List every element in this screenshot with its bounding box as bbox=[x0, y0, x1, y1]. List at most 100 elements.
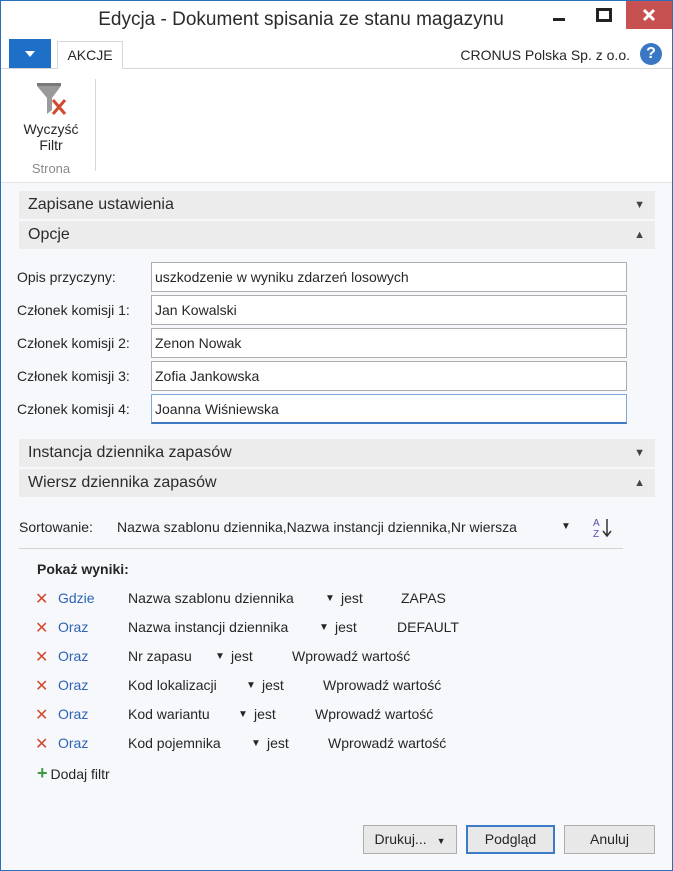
dialog-window: Edycja - Dokument spisania ze stanu maga… bbox=[0, 0, 673, 871]
help-icon[interactable]: ? bbox=[640, 43, 662, 65]
chevron-down-icon[interactable]: ▼ bbox=[251, 738, 261, 749]
chevron-down-icon[interactable]: ▼ bbox=[561, 521, 571, 532]
ribbon-tab-bar: AKCJE CRONUS Polska Sp. z o.o. ? bbox=[1, 37, 672, 70]
field-label: Członek komisji 1: bbox=[17, 302, 130, 318]
member-4-input[interactable]: Joanna Wiśniewska bbox=[151, 394, 627, 424]
filter-value[interactable]: Wprowadź wartość bbox=[292, 648, 410, 664]
filter-row: ✕ Oraz Nazwa instancji dziennika ▼ jest DEFAU… bbox=[35, 619, 635, 641]
chevron-down-icon[interactable]: ▼ bbox=[246, 680, 256, 691]
filter-conjunction[interactable]: Oraz bbox=[58, 648, 88, 664]
print-button[interactable]: Drukuj... ▼ bbox=[363, 825, 457, 854]
filter-conjunction[interactable]: Oraz bbox=[58, 706, 88, 722]
chevron-down-icon[interactable]: ▼ bbox=[325, 593, 335, 604]
svg-text:Z: Z bbox=[593, 529, 599, 540]
filter-value[interactable]: ZAPAS bbox=[401, 590, 446, 606]
field-member-3: Członek komisji 3: Zofia Jankowska bbox=[17, 361, 627, 391]
close-button[interactable] bbox=[626, 1, 672, 29]
filter-operator: jest bbox=[262, 677, 284, 693]
clear-filter-label-2: Filtr bbox=[39, 137, 63, 153]
app-menu-button[interactable] bbox=[9, 39, 51, 68]
remove-filter-icon[interactable]: ✕ bbox=[35, 705, 48, 725]
filter-row: ✕ Oraz Kod lokalizacji ▼ jest Wprowadź wartoś… bbox=[35, 677, 635, 699]
filter-conjunction[interactable]: Gdzie bbox=[58, 590, 95, 606]
field-label: Opis przyczyny: bbox=[17, 269, 116, 285]
field-label: Członek komisji 4: bbox=[17, 401, 130, 417]
field-reason: Opis przyczyny: uszkodzenie w wyniku zdar… bbox=[17, 262, 627, 292]
member-2-input[interactable]: Zenon Nowak bbox=[151, 328, 627, 358]
remove-filter-icon[interactable]: ✕ bbox=[35, 618, 48, 638]
tab-akcje[interactable]: AKCJE bbox=[57, 41, 123, 70]
filter-field[interactable]: Nr zapasu bbox=[128, 648, 192, 664]
field-member-1: Członek komisji 1: Jan Kowalski bbox=[17, 295, 627, 325]
filter-operator: jest bbox=[231, 648, 253, 664]
filter-row: ✕ Gdzie Nazwa szablonu dziennika ▼ jest ZAPAS bbox=[35, 590, 635, 612]
sorting-label: Sortowanie: bbox=[19, 519, 93, 535]
filter-field[interactable]: Kod lokalizacji bbox=[128, 677, 217, 693]
filter-operator: jest bbox=[335, 619, 357, 635]
filter-field[interactable]: Kod pojemnika bbox=[128, 735, 221, 751]
section-saved-settings[interactable]: Zapisane ustawienia ▼ bbox=[19, 191, 655, 219]
chevron-down-icon: ▼ bbox=[634, 447, 645, 459]
filter-conjunction[interactable]: Oraz bbox=[58, 619, 88, 635]
filter-field[interactable]: Nazwa szablonu dziennika bbox=[128, 590, 294, 606]
reason-input[interactable]: uszkodzenie w wyniku zdarzeń losowych bbox=[151, 262, 627, 292]
ribbon-group-label: Strona bbox=[31, 161, 71, 176]
filter-conjunction[interactable]: Oraz bbox=[58, 735, 88, 751]
add-filter-link[interactable]: + Dodaj filtr bbox=[37, 763, 110, 784]
filter-value[interactable]: DEFAULT bbox=[397, 619, 459, 635]
title-bar: Edycja - Dokument spisania ze stanu maga… bbox=[1, 1, 672, 37]
filter-row: ✕ Oraz Nr zapasu ▼ jest Wprowadź wartość bbox=[35, 648, 635, 670]
chevron-down-icon: ▼ bbox=[634, 199, 645, 211]
filter-field[interactable]: Nazwa instancji dziennika bbox=[128, 619, 288, 635]
member-3-input[interactable]: Zofia Jankowska bbox=[151, 361, 627, 391]
maximize-icon bbox=[596, 8, 612, 22]
filter-operator: jest bbox=[267, 735, 289, 751]
filter-operator: jest bbox=[254, 706, 276, 722]
chevron-down-icon[interactable]: ▼ bbox=[238, 709, 248, 720]
chevron-up-icon: ▲ bbox=[634, 477, 645, 489]
field-label: Członek komisji 2: bbox=[17, 335, 130, 351]
window-title: Edycja - Dokument spisania ze stanu maga… bbox=[98, 9, 504, 30]
chevron-down-icon bbox=[25, 50, 35, 57]
filter-value[interactable]: Wprowadź wartość bbox=[328, 735, 446, 751]
add-filter-label: Dodaj filtr bbox=[50, 766, 110, 782]
field-member-2: Członek komisji 2: Zenon Nowak bbox=[17, 328, 627, 358]
print-label: Drukuj... bbox=[374, 831, 427, 847]
close-icon bbox=[642, 8, 656, 22]
section-title: Zapisane ustawienia bbox=[28, 196, 174, 213]
sorting-row: Sortowanie: Nazwa szablonu dziennika,Naz… bbox=[19, 516, 623, 549]
section-journal-line[interactable]: Wiersz dziennika zapasów ▲ bbox=[19, 469, 655, 497]
clear-filter-button[interactable]: Wyczyść Filtr bbox=[15, 77, 87, 153]
remove-filter-icon[interactable]: ✕ bbox=[35, 734, 48, 754]
chevron-down-icon[interactable]: ▼ bbox=[319, 622, 329, 633]
filter-field[interactable]: Kod wariantu bbox=[128, 706, 210, 722]
section-journal-instance[interactable]: Instancja dziennika zapasów ▼ bbox=[19, 439, 655, 467]
filter-row: ✕ Oraz Kod wariantu ▼ jest Wprowadź wartość bbox=[35, 706, 635, 728]
plus-icon: + bbox=[37, 763, 48, 783]
remove-filter-icon[interactable]: ✕ bbox=[35, 647, 48, 667]
remove-filter-icon[interactable]: ✕ bbox=[35, 676, 48, 696]
minimize-button[interactable] bbox=[537, 1, 581, 29]
clear-filter-label-1: Wyczyść bbox=[23, 121, 79, 137]
chevron-down-icon: ▼ bbox=[436, 836, 446, 846]
sorting-select[interactable]: Nazwa szablonu dziennika,Nazwa instancji… bbox=[117, 519, 517, 535]
filter-value[interactable]: Wprowadź wartość bbox=[315, 706, 433, 722]
field-member-4: Członek komisji 4: Joanna Wiśniewska bbox=[17, 394, 627, 424]
member-1-input[interactable]: Jan Kowalski bbox=[151, 295, 627, 325]
minimize-icon bbox=[553, 18, 565, 21]
chevron-down-icon[interactable]: ▼ bbox=[215, 651, 225, 662]
section-title: Instancja dziennika zapasów bbox=[28, 444, 232, 461]
company-name[interactable]: CRONUS Polska Sp. z o.o. bbox=[460, 47, 630, 63]
remove-filter-icon[interactable]: ✕ bbox=[35, 589, 48, 609]
filter-value[interactable]: Wprowadź wartość bbox=[323, 677, 441, 693]
clear-filter-icon bbox=[15, 77, 87, 121]
sort-az-icon[interactable]: AZ bbox=[591, 516, 615, 540]
svg-text:A: A bbox=[593, 518, 600, 529]
filters-title: Pokaż wyniki: bbox=[37, 561, 129, 577]
field-label: Członek komisji 3: bbox=[17, 368, 130, 384]
maximize-button[interactable] bbox=[582, 1, 626, 29]
preview-button[interactable]: Podgląd bbox=[466, 825, 555, 854]
cancel-button[interactable]: Anuluj bbox=[564, 825, 655, 854]
filter-conjunction[interactable]: Oraz bbox=[58, 677, 88, 693]
section-options[interactable]: Opcje ▲ bbox=[19, 221, 655, 249]
